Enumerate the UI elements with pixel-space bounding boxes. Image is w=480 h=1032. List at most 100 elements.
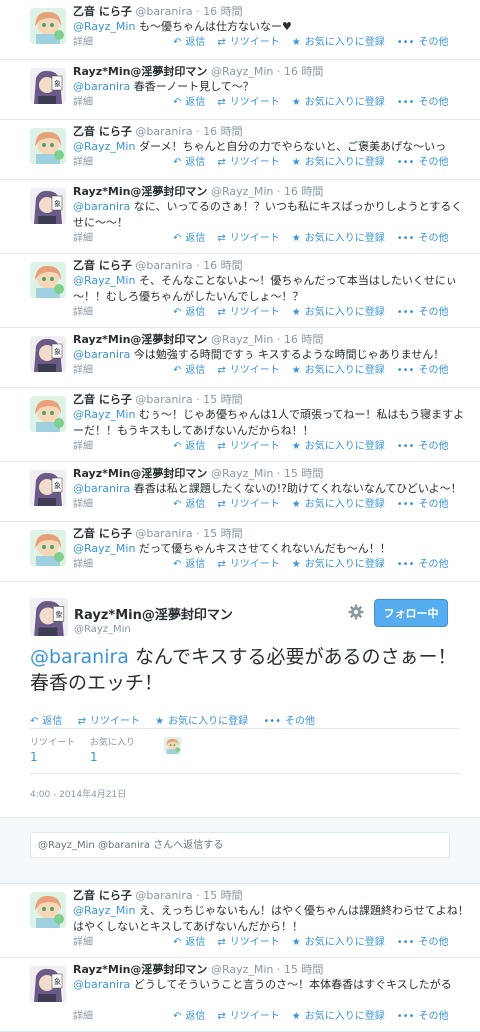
favorite-button[interactable]: ★ お気に入りに登録	[292, 93, 385, 108]
reply-button[interactable]: ↶ 返信	[173, 555, 205, 570]
author-handle[interactable]: @baranira	[135, 393, 192, 406]
author-handle[interactable]: @Rayz_Min	[211, 333, 273, 346]
tweet-time[interactable]: · 16 時間	[277, 185, 324, 198]
retweet-button[interactable]: ⇄ リツイート	[217, 437, 279, 452]
retweet-button[interactable]: ⇄ リツイート	[217, 361, 279, 376]
tweet[interactable]: Rayz*Min@淫夢封印マン @Rayz_Min · 15 時間 @barani…	[0, 958, 480, 1032]
mention-link[interactable]: @Rayz_Min	[73, 140, 135, 153]
more-button[interactable]: ••• その他	[397, 495, 449, 510]
tweet-time[interactable]: · 15 時間	[277, 467, 324, 480]
more-button[interactable]: ••• その他	[397, 153, 449, 168]
reply-button[interactable]: ↶ 返信	[30, 712, 62, 727]
avatar[interactable]	[30, 188, 66, 224]
mention-link[interactable]: @baranira	[73, 348, 130, 361]
mention-link[interactable]: @Rayz_Min	[73, 20, 135, 33]
avatar[interactable]	[30, 8, 66, 44]
favorite-button[interactable]: ★ お気に入りに登録	[292, 933, 385, 948]
detail-link[interactable]: 詳細	[73, 361, 173, 376]
avatar[interactable]	[30, 396, 66, 432]
tweet[interactable]: 乙音 にら子 @baranira · 15 時間 @Rayz_Min むぅ～！じゃ…	[0, 388, 480, 462]
favorite-button[interactable]: ★ お気に入りに登録	[292, 1007, 385, 1022]
tweet-time[interactable]: · 16 時間	[277, 65, 324, 78]
tweet[interactable]: 乙音 にら子 @baranira · 16 時間 @Rayz_Min そ、そんなこ…	[0, 254, 480, 328]
retweet-button[interactable]: ⇄ リツイート	[217, 303, 279, 318]
detail-link[interactable]: 詳細	[73, 933, 173, 948]
favorite-button[interactable]: ★ お気に入りに登録	[292, 437, 385, 452]
reply-button[interactable]: ↶ 返信	[173, 93, 205, 108]
favorite-button[interactable]: ★ お気に入りに登録	[292, 153, 385, 168]
detail-link[interactable]: 詳細	[73, 495, 173, 510]
retweet-button[interactable]: ⇄ リツイート	[217, 93, 279, 108]
reply-button[interactable]: ↶ 返信	[173, 229, 205, 244]
tweet-time[interactable]: · 16 時間	[196, 5, 243, 18]
retweet-button[interactable]: ⇄ リツイート	[217, 229, 279, 244]
focus-timestamp[interactable]: 4:00 - 2014年4月21日	[30, 787, 126, 800]
tweet[interactable]: Rayz*Min@淫夢封印マン @Rayz_Min · 16 時間 @barani…	[0, 60, 480, 120]
favorite-button[interactable]: ★ お気に入りに登録	[155, 712, 248, 727]
author-name[interactable]: Rayz*Min@淫夢封印マン	[73, 333, 207, 346]
author-name[interactable]: 乙音 にら子	[73, 393, 132, 406]
favoriter-avatar[interactable]	[164, 737, 181, 754]
mention-link[interactable]: @Rayz_Min	[73, 274, 135, 287]
author-name[interactable]: Rayz*Min@淫夢封印マン	[73, 963, 207, 976]
author-name[interactable]: 乙音 にら子	[73, 125, 132, 138]
mention-link[interactable]: @Rayz_Min	[73, 408, 135, 421]
mention-link[interactable]: @baranira	[73, 200, 130, 213]
favorite-stat[interactable]: お気に入り 1	[90, 735, 135, 764]
tweet-time[interactable]: · 15 時間	[277, 963, 324, 976]
retweet-button[interactable]: ⇄ リツイート	[217, 1007, 279, 1022]
reply-button[interactable]: ↶ 返信	[173, 153, 205, 168]
more-button[interactable]: ••• その他	[263, 712, 315, 727]
reply-button[interactable]: ↶ 返信	[173, 437, 205, 452]
favorite-button[interactable]: ★ お気に入りに登録	[292, 33, 385, 48]
author-handle[interactable]: @Rayz_Min	[211, 467, 273, 480]
more-button[interactable]: ••• その他	[397, 1007, 449, 1022]
mention-link[interactable]: @baranira	[73, 80, 130, 93]
author-name[interactable]: 乙音 にら子	[73, 527, 132, 540]
more-button[interactable]: ••• その他	[397, 33, 449, 48]
retweet-button[interactable]: ⇄ リツイート	[217, 555, 279, 570]
retweet-button[interactable]: ⇄ リツイート	[78, 712, 140, 727]
tweet-time[interactable]: · 15 時間	[196, 889, 243, 902]
author-handle[interactable]: @baranira	[135, 889, 192, 902]
avatar[interactable]	[30, 68, 66, 104]
retweet-button[interactable]: ⇄ リツイート	[217, 153, 279, 168]
author-name[interactable]: Rayz*Min@淫夢封印マン	[73, 65, 207, 78]
more-button[interactable]: ••• その他	[397, 93, 449, 108]
focus-author-name[interactable]: Rayz*Min@淫夢封印マン	[74, 604, 233, 623]
author-name[interactable]: 乙音 にら子	[73, 889, 132, 902]
tweet-time[interactable]: · 16 時間	[196, 259, 243, 272]
author-name[interactable]: 乙音 にら子	[73, 259, 132, 272]
reply-button[interactable]: ↶ 返信	[173, 33, 205, 48]
favorite-button[interactable]: ★ お気に入りに登録	[292, 361, 385, 376]
avatar[interactable]	[30, 892, 66, 928]
detail-link[interactable]: 詳細	[73, 555, 173, 570]
detail-link[interactable]: 詳細	[73, 1007, 173, 1022]
author-handle[interactable]: @baranira	[135, 259, 192, 272]
tweet[interactable]: Rayz*Min@淫夢封印マン @Rayz_Min · 15 時間 @barani…	[0, 462, 480, 522]
more-button[interactable]: ••• その他	[397, 303, 449, 318]
tweet-time[interactable]: · 15 時間	[196, 527, 243, 540]
detail-link[interactable]: 詳細	[73, 33, 173, 48]
author-handle[interactable]: @baranira	[135, 125, 192, 138]
detail-link[interactable]: 詳細	[73, 153, 173, 168]
retweet-stat[interactable]: リツイート 1	[30, 735, 75, 764]
tweet[interactable]: 乙音 にら子 @baranira · 16 時間 @Rayz_Min も～優ちゃん…	[0, 0, 480, 60]
tweet-time[interactable]: · 16 時間	[196, 125, 243, 138]
reply-button[interactable]: ↶ 返信	[173, 361, 205, 376]
favorite-button[interactable]: ★ お気に入りに登録	[292, 555, 385, 570]
more-button[interactable]: ••• その他	[397, 933, 449, 948]
author-handle[interactable]: @Rayz_Min	[211, 963, 273, 976]
avatar[interactable]	[30, 336, 66, 372]
author-name[interactable]: Rayz*Min@淫夢封印マン	[73, 185, 207, 198]
favorite-button[interactable]: ★ お気に入りに登録	[292, 495, 385, 510]
author-handle[interactable]: @Rayz_Min	[211, 65, 273, 78]
detail-link[interactable]: 詳細	[73, 303, 173, 318]
retweet-button[interactable]: ⇄ リツイート	[217, 33, 279, 48]
mention-link[interactable]: @baranira	[30, 646, 129, 668]
avatar[interactable]	[30, 966, 66, 1002]
reply-input[interactable]: @Rayz_Min @baranira さんへ返信する	[30, 832, 450, 858]
avatar[interactable]	[30, 262, 66, 298]
reply-button[interactable]: ↶ 返信	[173, 495, 205, 510]
avatar[interactable]	[30, 598, 68, 636]
